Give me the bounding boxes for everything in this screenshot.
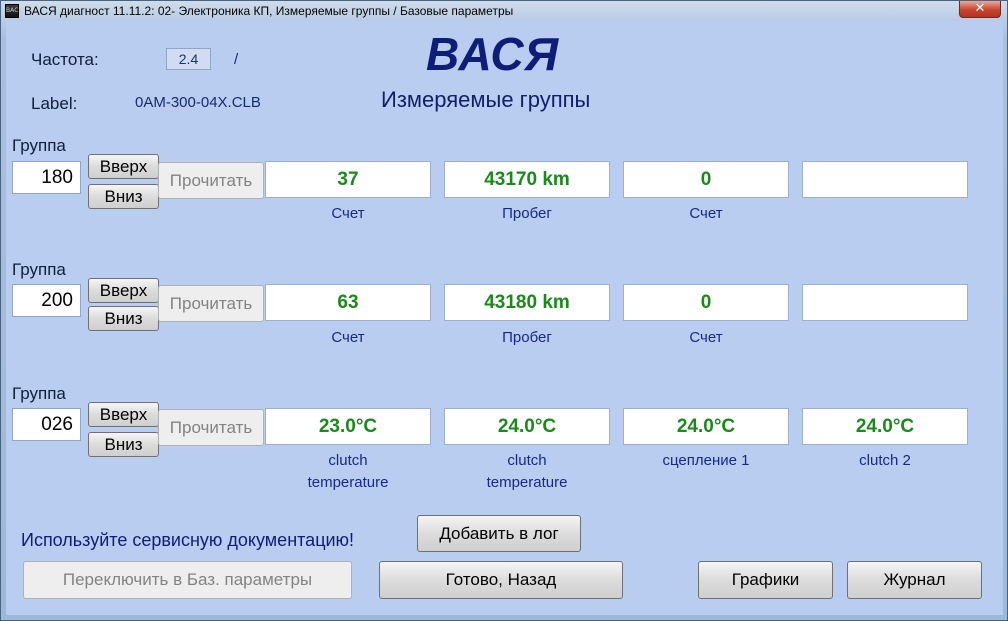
switch-basic-params-button[interactable]: Переключить в Баз. параметры [23, 561, 352, 599]
group-3-unit-4: clutch 2 [859, 452, 911, 469]
group-2-unit-1: Счет [331, 329, 365, 346]
label-file: 0AM-300-04X.CLB [135, 94, 261, 111]
group-3-label: Группа [12, 384, 66, 403]
group-1-field-3: 0 [623, 161, 789, 198]
app-icon: ВАСЯ [5, 4, 23, 18]
group-1-field-1: 37 [265, 161, 431, 198]
group-3-number-input[interactable]: 026 [12, 408, 81, 441]
add-to-log-button[interactable]: Добавить в лог [417, 515, 581, 552]
group-1-unit-3: Счет [689, 205, 723, 222]
close-button[interactable]: ✕ [959, 1, 1001, 18]
vasya-logo: ВАСЯ [426, 28, 560, 80]
page-title: Измеряемые группы [381, 87, 591, 112]
frequency-value: 2.4 [166, 48, 211, 70]
group-3-unit-1: clutch [328, 452, 368, 469]
group-2-read-button[interactable]: Прочитать [158, 285, 264, 322]
group-3-unit-1-line2: temperature [307, 474, 389, 491]
group-2-field-1: 63 [265, 284, 431, 321]
group-1-read-button[interactable]: Прочитать [158, 162, 264, 199]
frequency-label: Частота: [31, 50, 99, 69]
group-1-unit-2: Пробег [502, 205, 552, 222]
group-3-read-button[interactable]: Прочитать [158, 409, 264, 446]
group-2-up-button[interactable]: Вверх [88, 278, 159, 303]
label-caption: Label: [31, 94, 78, 113]
group-2-down-button[interactable]: Вниз [88, 306, 159, 331]
group-3-unit-3: сцепление 1 [662, 452, 750, 469]
group-3-field-3: 24.0°C [623, 408, 789, 445]
group-2-field-2: 43180 km [444, 284, 610, 321]
group-1-label: Группа [12, 136, 66, 155]
client-area: Частота: 2.4 / Label: 0AM-300-04X.CLB ВА… [6, 21, 1003, 615]
group-2-label: Группа [12, 260, 66, 279]
group-3-field-4: 24.0°C [802, 408, 968, 445]
graphs-button[interactable]: Графики [698, 561, 833, 599]
group-3-field-2: 24.0°C [444, 408, 610, 445]
title-bar[interactable]: ВАСЯ ВАСЯ диагност 11.11.2: 02- Электрон… [1, 1, 1007, 21]
group-2-field-3: 0 [623, 284, 789, 321]
group-2-unit-3: Счет [689, 329, 723, 346]
group-3-unit-2-line2: temperature [486, 474, 568, 491]
group-1-number-input[interactable]: 180 [12, 161, 81, 194]
service-doc-note: Используйте сервисную документацию! [21, 530, 355, 550]
group-1-up-button[interactable]: Вверх [88, 154, 159, 179]
group-1-field-2: 43170 km [444, 161, 610, 198]
group-1-field-4 [802, 161, 968, 198]
main-window: ВАСЯ ВАСЯ диагност 11.11.2: 02- Электрон… [0, 0, 1008, 621]
group-2-number-input[interactable]: 200 [12, 284, 81, 317]
group-1-down-button[interactable]: Вниз [88, 184, 159, 209]
group-3-down-button[interactable]: Вниз [88, 432, 159, 457]
window-title: ВАСЯ диагност 11.11.2: 02- Электроника К… [24, 4, 514, 18]
group-1-unit-1: Счет [331, 205, 365, 222]
group-2-field-4 [802, 284, 968, 321]
group-3-unit-2: clutch [507, 452, 547, 469]
done-back-button[interactable]: Готово, Назад [379, 561, 623, 599]
frequency-separator: / [234, 51, 239, 68]
group-3-field-1: 23.0°C [265, 408, 431, 445]
group-2-unit-2: Пробег [502, 329, 552, 346]
journal-button[interactable]: Журнал [847, 561, 982, 599]
group-3-up-button[interactable]: Вверх [88, 402, 159, 427]
